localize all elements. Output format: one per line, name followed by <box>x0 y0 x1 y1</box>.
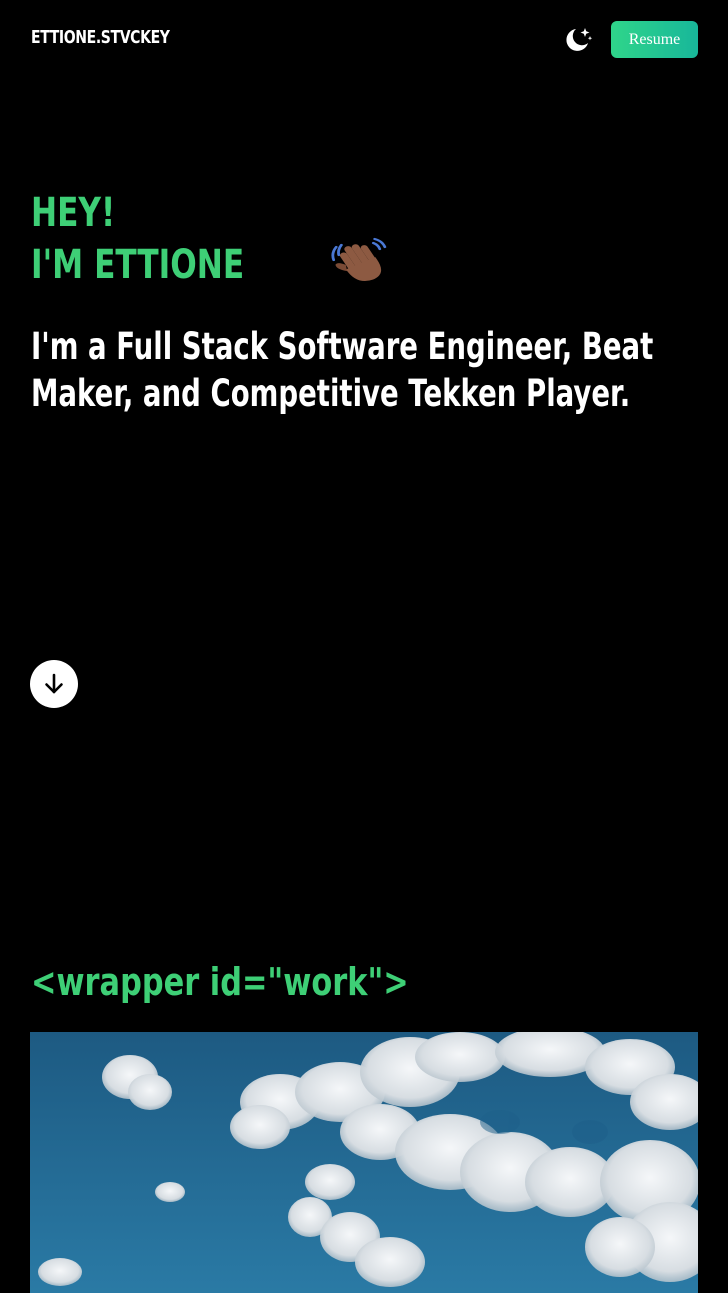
waving-hand-icon <box>326 233 398 289</box>
hero-tagline: I'm a Full Stack Software Engineer, Beat… <box>31 325 654 415</box>
moon-stars-icon <box>566 28 593 51</box>
greeting-line-2-row: I'M ETTIONE <box>31 237 711 293</box>
top-navbar: ETTIONE.STVCKEY Resume <box>0 0 728 80</box>
work-cover-image[interactable] <box>30 1032 698 1293</box>
clouds-image <box>30 1032 698 1293</box>
theme-toggle-button[interactable] <box>562 25 594 55</box>
hero-section: HEY! I'M ETTIONE I'm a Full Stack Softwa… <box>31 190 711 417</box>
greeting-line-1: HEY! <box>31 190 116 236</box>
site-brand[interactable]: ETTIONE.STVCKEY <box>31 27 170 48</box>
scroll-down-button[interactable] <box>30 660 78 708</box>
greeting-line-2: I'M ETTIONE <box>31 241 245 288</box>
work-section-heading: <wrapper id="work"> <box>31 960 409 1004</box>
arrow-down-icon <box>45 673 63 694</box>
resume-button[interactable]: Resume <box>611 21 698 58</box>
